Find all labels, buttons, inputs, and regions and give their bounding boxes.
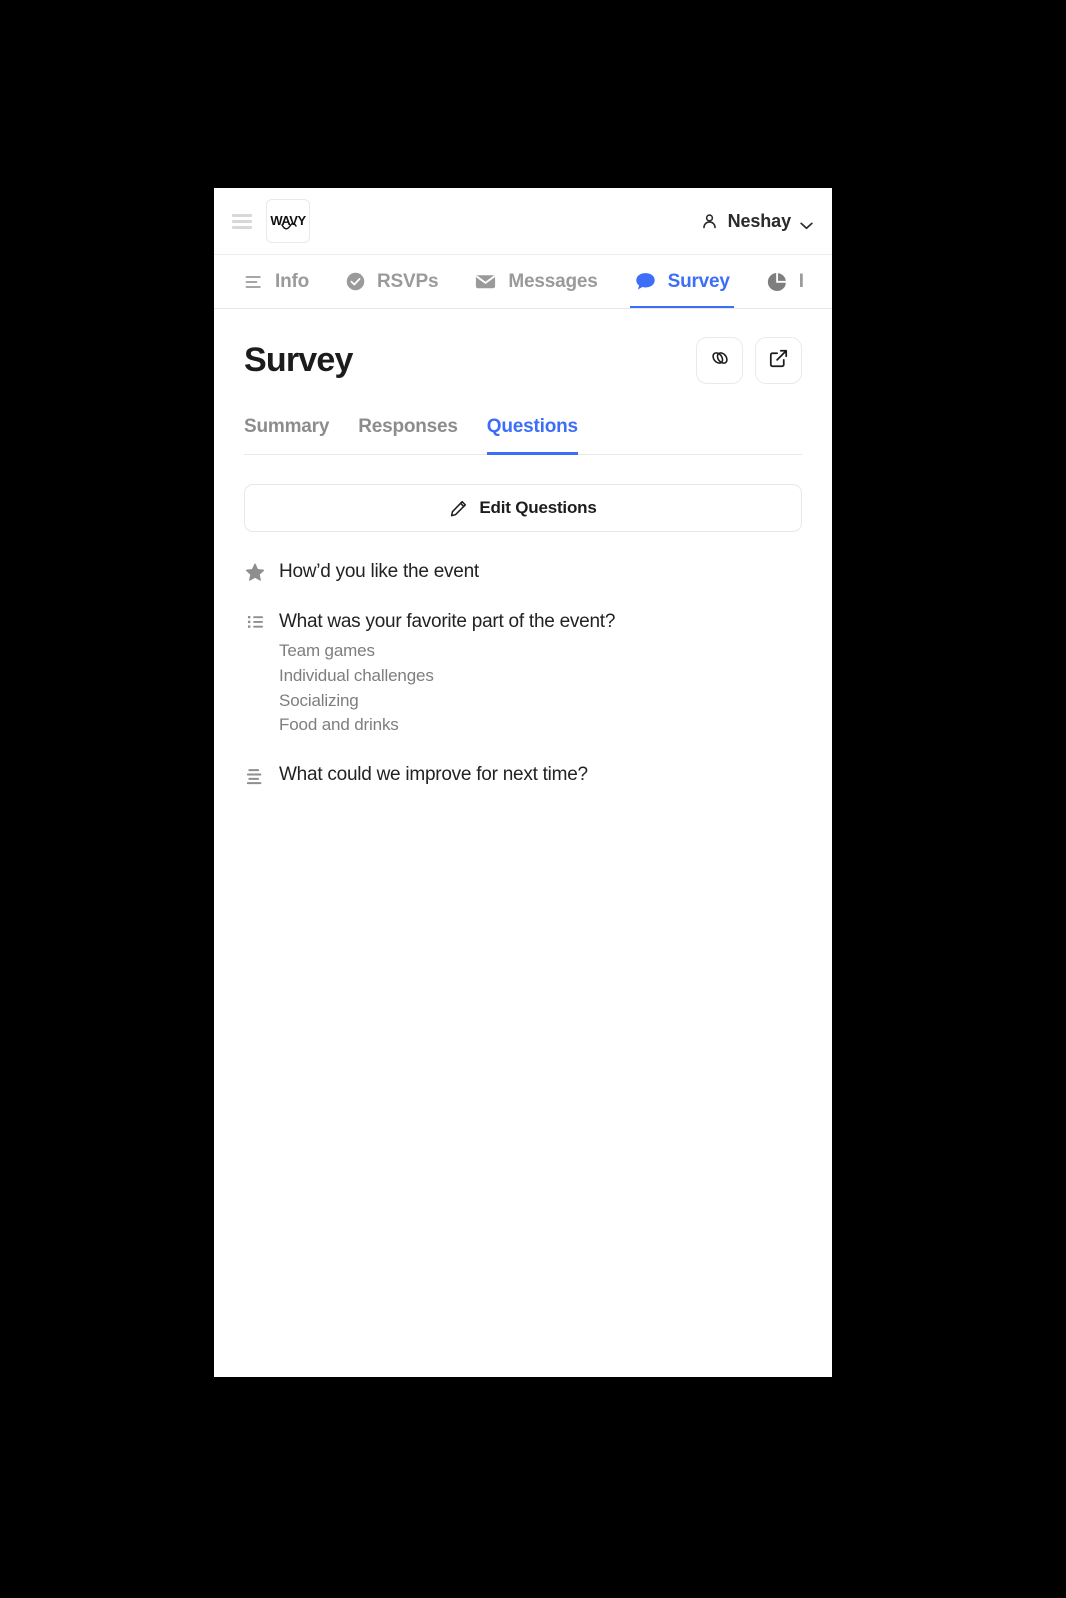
text-align-icon <box>244 272 264 292</box>
link-icon <box>709 347 731 374</box>
chat-bubble-icon <box>634 270 657 293</box>
subtab-label: Questions <box>486 416 578 437</box>
copy-link-button[interactable] <box>696 337 743 384</box>
user-name: Neshay <box>727 210 792 231</box>
subtab-responses[interactable]: Responses <box>358 416 458 454</box>
question-text: What could we improve for next time? <box>279 763 588 785</box>
pencil-icon <box>449 499 468 518</box>
title-actions <box>696 337 802 384</box>
sub-tab-bar: Summary Responses Questions <box>244 416 802 455</box>
wavy-logo[interactable]: WAVY <box>266 199 310 243</box>
question-option: Individual challenges <box>279 665 434 685</box>
question-item[interactable]: What was your favorite part of the event… <box>244 609 802 738</box>
person-icon <box>700 212 719 231</box>
external-link-icon <box>768 348 789 374</box>
tab-rsvps[interactable]: RSVPs <box>345 255 439 308</box>
question-option: Food and drinks <box>279 715 399 735</box>
envelope-icon <box>474 270 497 293</box>
star-icon <box>244 559 266 585</box>
edit-questions-button[interactable]: Edit Questions <box>244 484 802 532</box>
tab-messages[interactable]: Messages <box>474 255 598 308</box>
tab-label: Messages <box>508 270 598 292</box>
tab-insights[interactable]: I <box>766 255 804 308</box>
question-item[interactable]: How’d you like the event <box>244 559 802 585</box>
chevron-down-icon <box>800 217 813 230</box>
hamburger-line <box>232 213 252 217</box>
tab-label: RSVPs <box>377 270 439 292</box>
primary-tab-bar: Info RSVPs Messages Survey I <box>214 255 832 309</box>
question-body: What could we improve for next time? <box>279 762 802 788</box>
page-body: Survey Summary Responses Questions Edit … <box>214 309 832 787</box>
hamburger-line <box>232 219 252 223</box>
edit-questions-label: Edit Questions <box>479 498 597 517</box>
tab-info[interactable]: Info <box>244 255 310 308</box>
pie-chart-icon <box>766 271 788 293</box>
question-body: What was your favorite part of the event… <box>279 609 802 738</box>
tab-survey[interactable]: Survey <box>629 255 734 308</box>
hamburger-icon[interactable] <box>232 213 252 229</box>
user-menu[interactable]: Neshay <box>698 207 815 236</box>
subtab-summary[interactable]: Summary <box>244 416 329 454</box>
question-body: How’d you like the event <box>279 559 802 585</box>
question-option: Socializing <box>279 690 359 710</box>
hamburger-line <box>232 225 252 229</box>
question-options: Team games Individual challenges Sociali… <box>279 639 802 738</box>
tab-label: Survey <box>667 270 730 292</box>
tab-label: I <box>798 270 804 292</box>
title-row: Survey <box>244 337 802 384</box>
subtab-label: Responses <box>358 416 458 437</box>
question-option: Team games <box>279 641 375 661</box>
tab-label: Info <box>275 270 310 292</box>
question-list: How’d you like the event What was your f… <box>244 559 802 787</box>
question-text: What was your favorite part of the event… <box>279 610 616 632</box>
check-circle-icon <box>345 271 366 292</box>
text-align-icon <box>244 762 266 788</box>
app-window: WAVY Neshay Info RSVPs Messages Survey I… <box>214 188 832 1377</box>
svg-text:WAVY: WAVY <box>270 213 306 228</box>
page-title: Survey <box>244 341 353 379</box>
subtab-questions[interactable]: Questions <box>486 416 578 455</box>
bulleted-list-icon <box>244 609 266 738</box>
subtab-label: Summary <box>244 416 330 437</box>
open-external-button[interactable] <box>755 337 802 384</box>
top-bar: WAVY Neshay <box>214 188 832 255</box>
question-text: How’d you like the event <box>279 561 479 582</box>
question-item[interactable]: What could we improve for next time? <box>244 762 802 788</box>
